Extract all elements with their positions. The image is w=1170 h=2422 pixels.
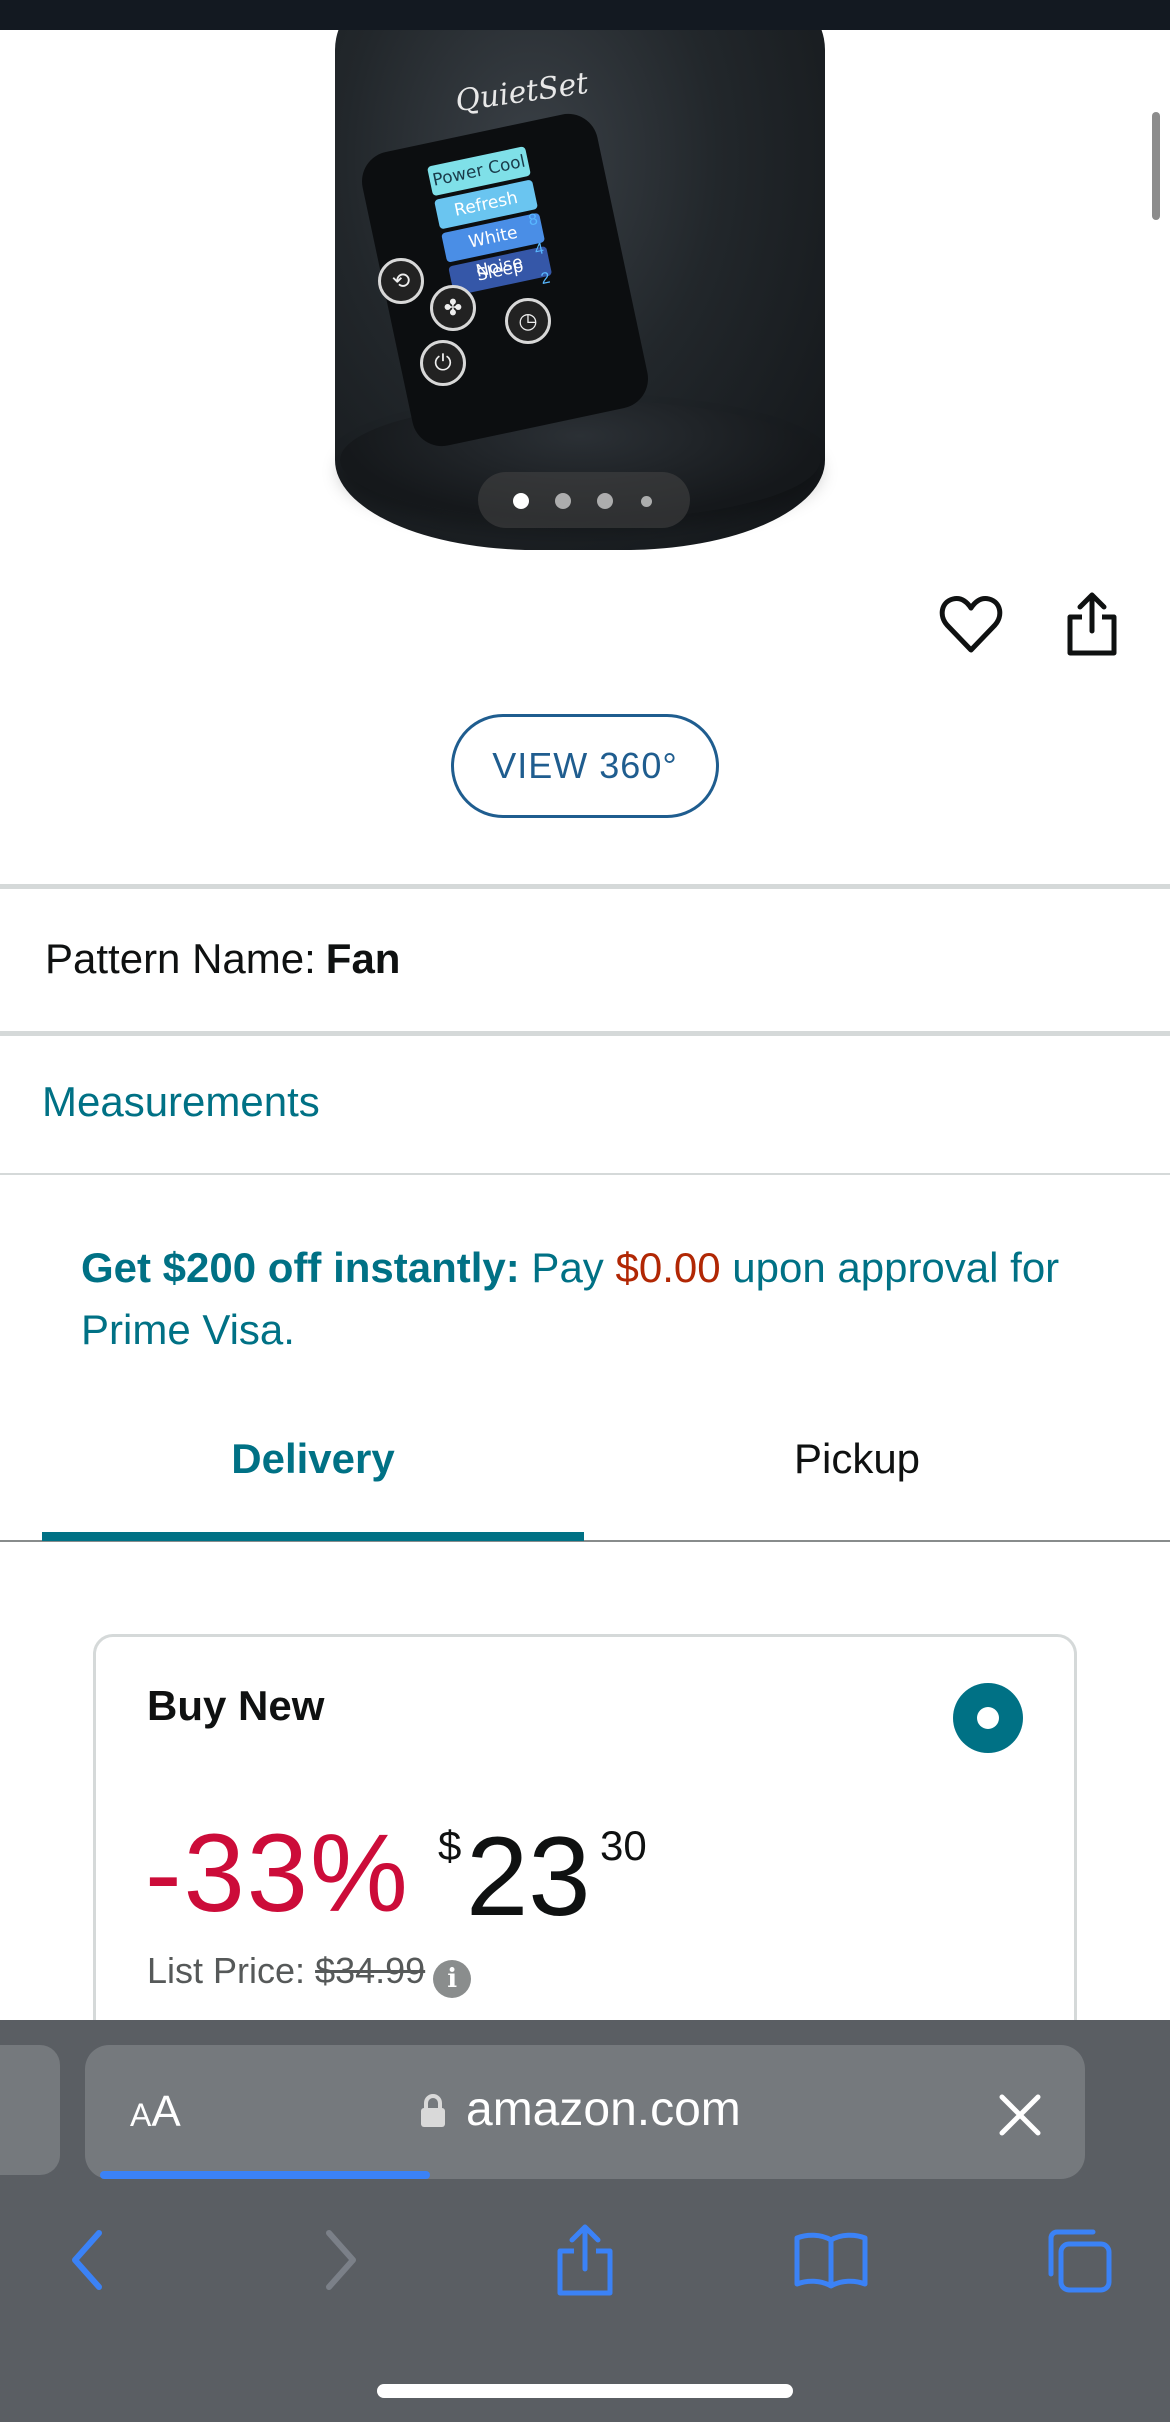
carousel-dot[interactable] (641, 496, 652, 507)
promo-headline: Get $200 off instantly: (81, 1244, 520, 1291)
page-scrollbar[interactable] (1152, 112, 1160, 220)
lock-icon (418, 2093, 448, 2134)
info-icon[interactable]: i (433, 1960, 472, 1998)
price-whole: 23 (466, 1814, 591, 1939)
price-currency-symbol: $ (438, 1822, 462, 1869)
tab-selected-indicator (42, 1532, 584, 1541)
text-size-small-a: A (130, 2097, 152, 2133)
home-indicator[interactable] (377, 2384, 793, 2398)
carousel-pager[interactable] (478, 472, 690, 528)
list-price-row: List Price: $34.99 i (147, 1950, 472, 1998)
list-price-value: $34.99 (315, 1950, 426, 1991)
bookmarks-icon[interactable] (786, 2220, 876, 2300)
section-divider (0, 884, 1170, 889)
section-divider (0, 1173, 1170, 1175)
pattern-name-label: Pattern Name: (45, 935, 316, 982)
view-360-button[interactable]: VIEW 360° (451, 714, 719, 818)
fan-oscillate-icon: ⟲ (378, 258, 424, 304)
buy-new-radio[interactable] (953, 1683, 1023, 1753)
carousel-dot[interactable] (513, 493, 529, 509)
share-sheet-icon[interactable] (540, 2220, 630, 2300)
buy-new-title: Buy New (147, 1682, 325, 1729)
carousel-dot[interactable] (555, 493, 571, 509)
price-fraction: 30 (600, 1822, 647, 1869)
tabs-icon[interactable] (1034, 2220, 1124, 2300)
promo-text: Pay (519, 1244, 616, 1291)
text-size-button[interactable]: AA (130, 2087, 181, 2137)
discount-percent: -33% (145, 1812, 410, 1935)
page-load-progress (100, 2171, 430, 2179)
fan-timer-icon: ◷ (505, 298, 551, 344)
tab-pickup[interactable]: Pickup (584, 1435, 1130, 1483)
list-price-label: List Price: (147, 1950, 306, 1991)
promo-price: $0.00 (615, 1244, 721, 1291)
pattern-name-value: Fan (325, 935, 401, 982)
top-status-strip (0, 0, 1170, 30)
forward-icon[interactable] (296, 2220, 386, 2300)
share-icon[interactable] (1052, 584, 1132, 664)
carousel-dot[interactable] (597, 493, 613, 509)
text-size-large-a: A (151, 2087, 181, 2136)
pattern-name-row[interactable]: Pattern Name: Fan (45, 935, 400, 983)
address-url[interactable]: amazon.com (466, 2082, 741, 2137)
prime-visa-promo[interactable]: Get $200 off instantly: Pay $0.00 upon a… (81, 1237, 1101, 1361)
close-icon[interactable] (990, 2085, 1050, 2150)
fan-speed-icon: ✤ (430, 285, 476, 331)
measurements-link[interactable]: Measurements (42, 1078, 320, 1126)
back-icon[interactable] (42, 2220, 132, 2300)
wishlist-heart-icon[interactable] (931, 584, 1011, 664)
tab-delivery[interactable]: Delivery (42, 1435, 584, 1483)
section-divider (0, 1031, 1170, 1036)
fan-power-icon: ⏻ (420, 340, 466, 386)
previous-tab-peek[interactable] (0, 2045, 60, 2175)
